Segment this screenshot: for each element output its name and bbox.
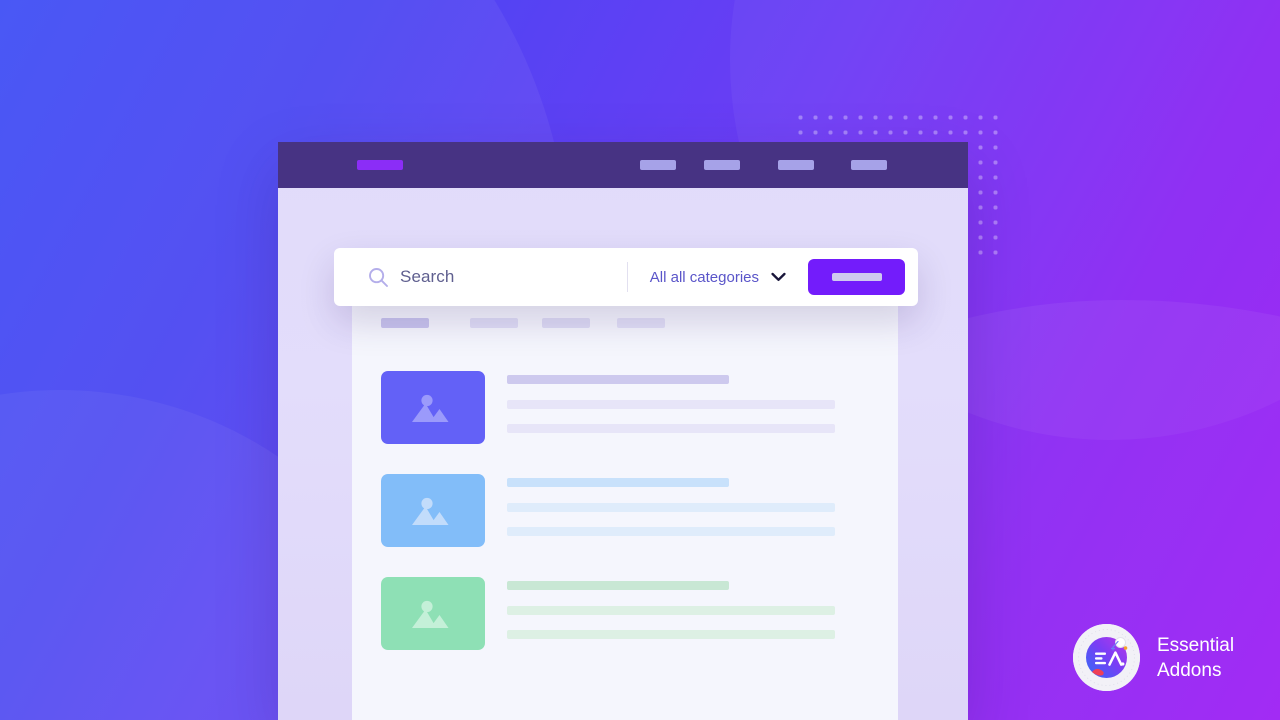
result-thumbnail bbox=[381, 577, 485, 650]
image-placeholder-icon bbox=[412, 600, 449, 628]
result-filter-tabs bbox=[381, 318, 701, 328]
search-input-wrapper[interactable]: Search bbox=[334, 248, 627, 306]
result-body-placeholder-1 bbox=[507, 503, 835, 512]
filter-tab-1[interactable] bbox=[381, 318, 429, 328]
filter-tab-2[interactable] bbox=[470, 318, 518, 328]
navbar-item-2[interactable] bbox=[704, 160, 740, 170]
filter-tab-4[interactable] bbox=[617, 318, 665, 328]
result-text-placeholders bbox=[507, 581, 871, 639]
result-thumbnail bbox=[381, 371, 485, 444]
result-text-placeholders bbox=[507, 478, 871, 536]
brand-name: Essential Addons bbox=[1157, 634, 1235, 681]
result-title-placeholder bbox=[507, 478, 729, 487]
navbar-item-1[interactable] bbox=[640, 160, 676, 170]
navbar-item-4[interactable] bbox=[851, 160, 887, 170]
chevron-down-icon bbox=[771, 272, 786, 281]
result-list bbox=[381, 371, 871, 680]
result-title-placeholder bbox=[507, 375, 729, 384]
brand-lockup: Essential Addons bbox=[1073, 624, 1234, 691]
search-results-panel bbox=[352, 288, 898, 720]
list-item[interactable] bbox=[381, 371, 871, 444]
browser-mockup bbox=[278, 142, 968, 720]
category-dropdown[interactable]: All all categories bbox=[628, 248, 808, 306]
ea-logo-icon bbox=[1073, 624, 1140, 691]
result-body-placeholder-1 bbox=[507, 606, 835, 615]
search-input[interactable]: Search bbox=[400, 267, 454, 287]
navbar-logo-placeholder[interactable] bbox=[357, 160, 403, 170]
category-dropdown-label: All all categories bbox=[649, 268, 759, 286]
navbar-menu bbox=[640, 160, 930, 170]
result-body-placeholder-1 bbox=[507, 400, 835, 409]
list-item[interactable] bbox=[381, 474, 871, 547]
search-icon bbox=[369, 267, 388, 287]
result-text-placeholders bbox=[507, 375, 871, 433]
result-title-placeholder bbox=[507, 581, 729, 590]
list-item[interactable] bbox=[381, 577, 871, 650]
ea-logo-glyph bbox=[1073, 624, 1140, 691]
filter-tab-3[interactable] bbox=[542, 318, 590, 328]
search-bar: Search All all categories bbox=[334, 248, 918, 306]
image-placeholder-icon bbox=[412, 394, 449, 422]
navbar-item-3[interactable] bbox=[778, 160, 814, 170]
page-root: Search All all categories Essential Addo… bbox=[0, 0, 1280, 720]
result-body-placeholder-2 bbox=[507, 630, 835, 639]
result-thumbnail bbox=[381, 474, 485, 547]
result-body-placeholder-2 bbox=[507, 424, 835, 433]
site-navbar bbox=[278, 142, 968, 188]
image-placeholder-icon bbox=[412, 497, 449, 525]
search-button-label-placeholder bbox=[831, 273, 882, 281]
search-submit-button[interactable] bbox=[808, 259, 905, 295]
result-body-placeholder-2 bbox=[507, 527, 835, 536]
